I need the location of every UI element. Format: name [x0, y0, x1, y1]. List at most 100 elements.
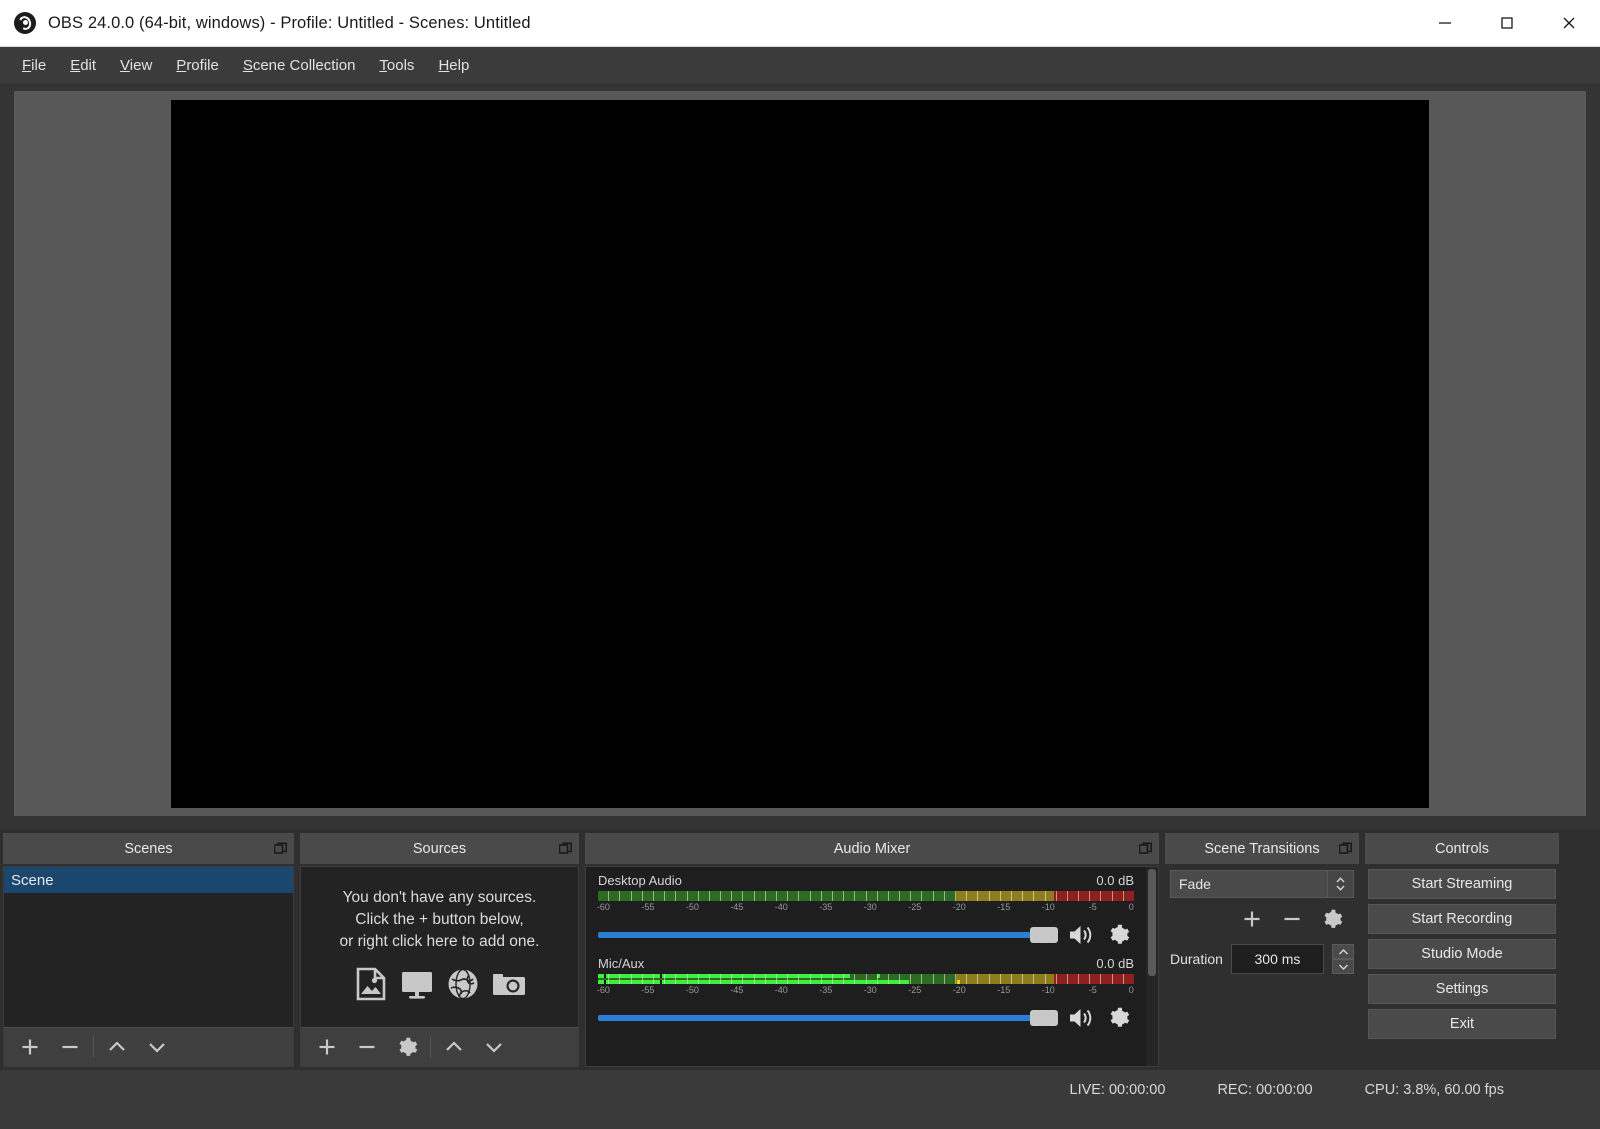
mixer-track-header: Desktop Audio 0.0 dB [594, 873, 1138, 891]
menu-help[interactable]: Help [426, 53, 481, 78]
scene-list[interactable]: Scene [4, 867, 293, 1027]
meter-tick-label: -30 [864, 985, 877, 995]
duration-increment-icon[interactable] [1332, 944, 1354, 959]
start-recording-button[interactable]: Start Recording [1368, 904, 1556, 934]
source-type-icons [354, 967, 526, 1001]
program-preview-canvas[interactable] [171, 100, 1429, 808]
menu-view-label: iew [130, 57, 153, 74]
meter-tick-label: -15 [997, 902, 1010, 912]
mixer-track: Desktop Audio 0.0 dB [594, 873, 1138, 948]
menu-tools[interactable]: Tools [367, 53, 426, 78]
slider-handle[interactable] [1030, 1010, 1058, 1026]
exit-button[interactable]: Exit [1368, 1009, 1556, 1039]
move-scene-up-button[interactable] [97, 1030, 137, 1064]
sources-empty-line-2: Click the + button below, [355, 909, 523, 931]
minimize-button[interactable] [1414, 0, 1476, 46]
meter-tick-label: 0 [1129, 902, 1134, 912]
duration-input[interactable]: 300 ms [1231, 944, 1324, 974]
settings-button[interactable]: Settings [1368, 974, 1556, 1004]
scene-transitions-dock-title: Scene Transitions [1165, 833, 1359, 864]
camera-source-icon [492, 967, 526, 1001]
menu-edit-label: dit [80, 57, 96, 74]
duration-decrement-icon[interactable] [1332, 959, 1354, 974]
sources-dock-body: You don't have any sources. Click the + … [300, 866, 579, 1067]
dock-row: Scenes Scene [0, 830, 1600, 1070]
meter-tick-label: -50 [686, 985, 699, 995]
transition-select[interactable]: Fade [1170, 870, 1328, 898]
menu-tools-mnemonic: T [379, 57, 387, 74]
menu-edit[interactable]: Edit [58, 53, 108, 78]
sources-toolbar [301, 1027, 578, 1066]
controls-dock-title: Controls [1365, 833, 1559, 864]
menu-file-label: ile [31, 57, 46, 74]
mixer-scrollbar[interactable] [1146, 867, 1158, 1066]
studio-mode-button[interactable]: Studio Mode [1368, 939, 1556, 969]
gear-icon[interactable] [1104, 922, 1134, 948]
scenes-toolbar-separator [93, 1036, 94, 1058]
meter-tick-label: -10 [1042, 985, 1055, 995]
mixer-track-name: Mic/Aux [598, 956, 644, 971]
transition-buttons [1170, 904, 1354, 934]
slider-fill [598, 932, 1044, 938]
add-source-button[interactable] [307, 1030, 347, 1064]
gear-icon[interactable] [1104, 1005, 1134, 1031]
close-button[interactable] [1538, 0, 1600, 46]
mixer-scrollbar-thumb[interactable] [1148, 869, 1156, 976]
remove-source-button[interactable] [347, 1030, 387, 1064]
meter-tick-label: -55 [641, 902, 654, 912]
transition-select-value: Fade [1179, 876, 1211, 892]
status-live-time: LIVE: 00:00:00 [1070, 1082, 1166, 1098]
duration-stepper[interactable] [1332, 944, 1354, 974]
add-transition-button[interactable] [1234, 904, 1270, 934]
speaker-on-icon[interactable] [1066, 1005, 1096, 1031]
duration-row: Duration 300 ms [1170, 944, 1354, 974]
mixer-track: Mic/Aux 0.0 dB [594, 956, 1138, 1031]
move-scene-down-button[interactable] [137, 1030, 177, 1064]
slider-fill [598, 1015, 1044, 1021]
mixer-track-name: Desktop Audio [598, 873, 682, 888]
meter-tick-label: -25 [908, 902, 921, 912]
menu-file[interactable]: File [10, 53, 58, 78]
menu-edit-mnemonic: E [70, 57, 80, 74]
meter-tick-label: -20 [953, 902, 966, 912]
mixer-track-controls [594, 916, 1138, 948]
move-source-down-button[interactable] [474, 1030, 514, 1064]
menu-scene-collection-label: cene Collection [253, 57, 356, 74]
remove-transition-button[interactable] [1274, 904, 1310, 934]
float-dock-icon[interactable] [274, 842, 287, 855]
obs-logo-icon [14, 12, 36, 34]
maximize-button[interactable] [1476, 0, 1538, 46]
menu-scene-collection[interactable]: Scene Collection [231, 53, 368, 78]
speaker-on-icon[interactable] [1066, 922, 1096, 948]
meter-tick-label: -40 [775, 985, 788, 995]
meter-tick-label: -5 [1089, 902, 1097, 912]
sources-empty-state[interactable]: You don't have any sources. Click the + … [301, 867, 578, 1027]
source-properties-gear-icon[interactable] [387, 1030, 427, 1064]
meter-tick-label: -40 [775, 902, 788, 912]
volume-meter [598, 891, 1134, 901]
move-source-up-button[interactable] [434, 1030, 474, 1064]
menu-view[interactable]: View [108, 53, 164, 78]
slider-handle[interactable] [1030, 927, 1058, 943]
transition-properties-gear-icon[interactable] [1314, 904, 1350, 934]
float-dock-icon[interactable] [559, 842, 572, 855]
window-titlebar: OBS 24.0.0 (64-bit, windows) - Profile: … [0, 0, 1600, 47]
menu-profile[interactable]: Profile [164, 53, 231, 78]
volume-slider[interactable] [598, 1009, 1058, 1027]
add-scene-button[interactable] [10, 1030, 50, 1064]
scenes-toolbar [4, 1027, 293, 1066]
status-rec-time: REC: 00:00:00 [1217, 1082, 1312, 1098]
meter-tick-label: -55 [641, 985, 654, 995]
meter-ticks [598, 891, 1134, 901]
start-streaming-button[interactable]: Start Streaming [1368, 869, 1556, 899]
float-dock-icon[interactable] [1339, 842, 1352, 855]
volume-slider[interactable] [598, 926, 1058, 944]
chevron-updown-icon[interactable] [1328, 870, 1354, 898]
remove-scene-button[interactable] [50, 1030, 90, 1064]
scenes-dock-body: Scene [3, 866, 294, 1067]
float-dock-icon[interactable] [1139, 842, 1152, 855]
menu-scene-collection-mnemonic: S [243, 57, 253, 74]
meter-tick-label: -35 [819, 985, 832, 995]
scene-list-item[interactable]: Scene [4, 867, 293, 893]
sources-empty-line-3: or right click here to add one. [340, 931, 540, 953]
